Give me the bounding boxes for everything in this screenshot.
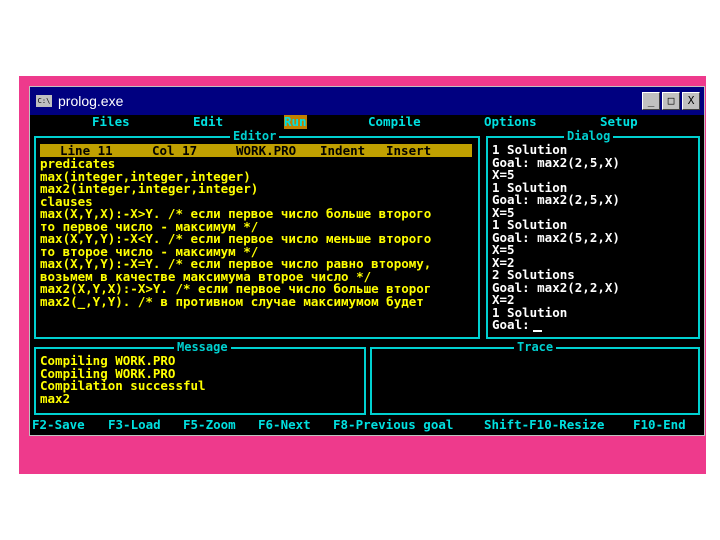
fkey-end[interactable]: F10-End: [633, 418, 686, 432]
menu-edit[interactable]: Edit: [193, 115, 223, 129]
menu-bar: Files Edit Run Compile Options Setup: [30, 115, 704, 129]
message-panel[interactable]: Message Compiling WORK.PRO Compiling WOR…: [34, 340, 366, 415]
menu-run[interactable]: Run: [284, 115, 307, 129]
menu-files[interactable]: Files: [92, 115, 130, 129]
fkey-resize[interactable]: Shift-F10-Resize: [484, 418, 604, 432]
close-button[interactable]: X: [682, 92, 700, 110]
message-line: max2: [40, 390, 71, 406]
function-key-bar: F2-Save F3-Load F5-Zoom F6-Next F8-Previ…: [30, 418, 704, 432]
dialog-panel[interactable]: Dialog 1 Solution Goal: max2(2,5,X) X=5 …: [486, 129, 700, 339]
trace-title: Trace: [514, 340, 557, 354]
trace-panel[interactable]: Trace: [370, 340, 700, 415]
menu-options[interactable]: Options: [484, 115, 537, 129]
editor-indent-mode: Indent: [320, 143, 366, 158]
fkey-previous-goal[interactable]: F8-Previous goal: [333, 418, 453, 432]
editor-filename: WORK.PRO: [236, 143, 297, 158]
message-title: Message: [174, 340, 231, 354]
maximize-button[interactable]: □: [662, 92, 680, 110]
editor-title: Editor: [230, 129, 280, 143]
dialog-goal-label: Goal:: [492, 317, 530, 332]
fkey-next[interactable]: F6-Next: [258, 418, 311, 432]
console-app-icon[interactable]: C:\: [36, 95, 52, 107]
menu-compile[interactable]: Compile: [368, 115, 421, 129]
fkey-save[interactable]: F2-Save: [32, 418, 85, 432]
minimize-button[interactable]: _: [642, 92, 660, 110]
console-window: C:\ prolog.exe _ □ X Files Edit Run Comp…: [29, 86, 705, 436]
dialog-title: Dialog: [564, 129, 614, 143]
text-cursor: [532, 329, 542, 332]
dialog-goal-prompt[interactable]: Goal:: [492, 317, 542, 332]
title-bar[interactable]: C:\ prolog.exe _ □ X: [30, 87, 704, 115]
editor-insert-mode: Insert: [386, 143, 432, 158]
editor-panel[interactable]: Editor Line 11 Col 17 WORK.PRO Indent In…: [34, 129, 480, 339]
fkey-load[interactable]: F3-Load: [108, 418, 161, 432]
code-line: max2(_,Y,Y). /* в противном случае макси…: [40, 293, 424, 309]
fkey-zoom[interactable]: F5-Zoom: [183, 418, 236, 432]
window-title: prolog.exe: [58, 93, 124, 109]
editor-col-indicator: Col 17: [152, 143, 198, 158]
menu-setup[interactable]: Setup: [600, 115, 638, 129]
